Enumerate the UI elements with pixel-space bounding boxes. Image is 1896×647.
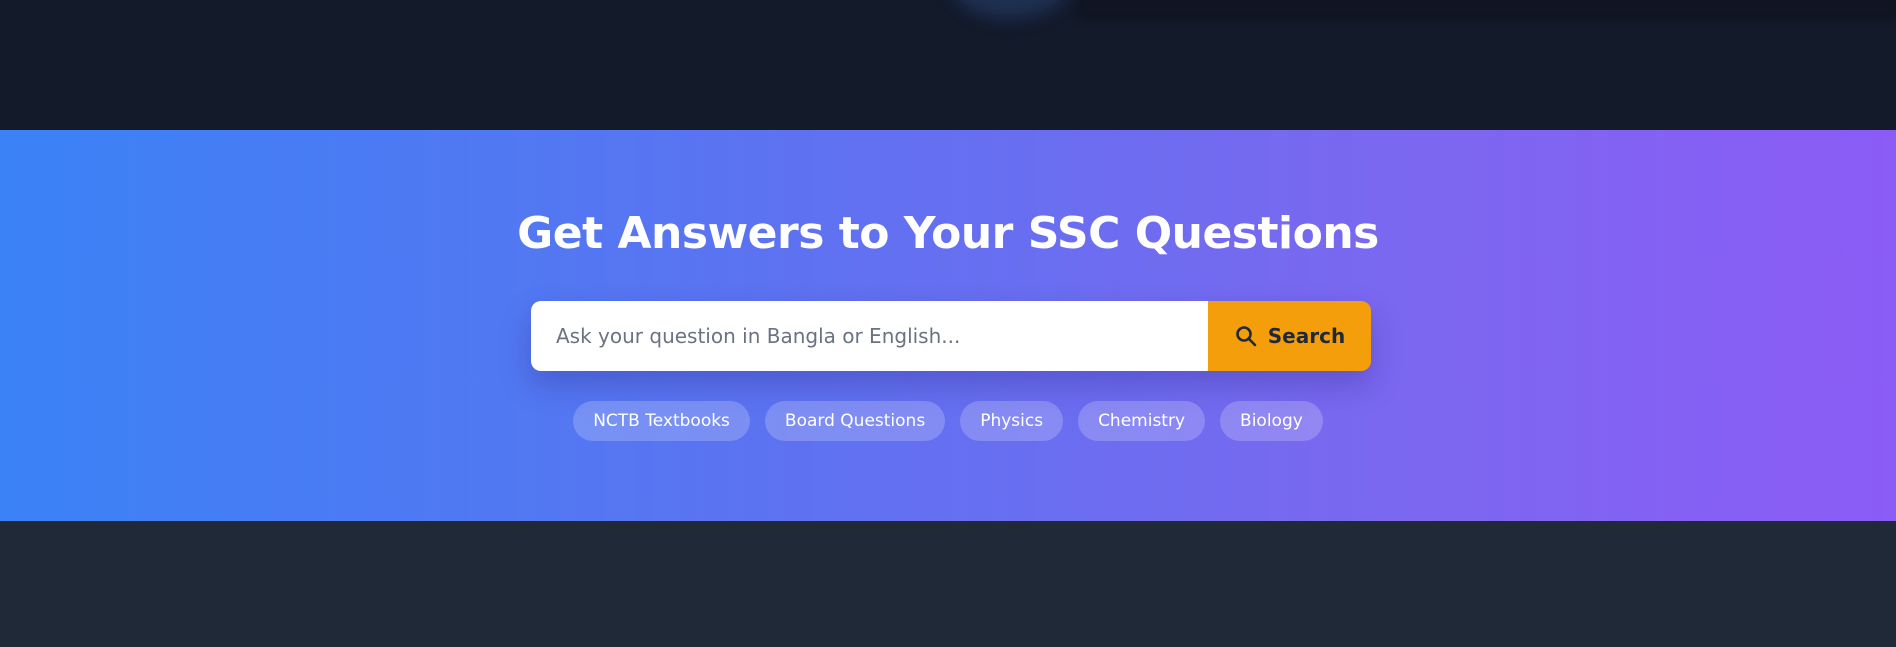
tag-chemistry[interactable]: Chemistry [1078,401,1206,441]
search-button[interactable]: Search [1208,301,1371,371]
search-bar: Search [531,301,1371,371]
search-hero: Get Answers to Your SSC Questions Search… [0,130,1896,521]
tag-biology[interactable]: Biology [1220,401,1323,441]
tag-nctb-textbooks[interactable]: NCTB Textbooks [573,401,750,441]
hero-title: Get Answers to Your SSC Questions [517,208,1379,259]
search-button-label: Search [1267,324,1346,348]
quick-tags: NCTB Textbooks Board Questions Physics C… [0,401,1896,441]
top-section [0,0,1896,130]
decorative-orb [948,0,1072,16]
header-edge [1080,0,1896,14]
tag-board-questions[interactable]: Board Questions [764,401,946,441]
search-icon [1234,324,1258,348]
tag-physics[interactable]: Physics [960,401,1064,441]
search-input[interactable] [531,301,1208,371]
